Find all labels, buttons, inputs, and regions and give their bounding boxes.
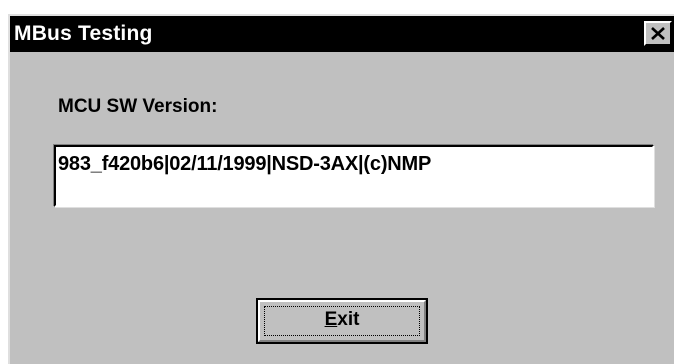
window-title: MBus Testing: [14, 22, 153, 45]
close-icon: [651, 27, 665, 40]
exit-label-rest: xit: [337, 309, 360, 330]
exit-mnemonic: E: [324, 309, 338, 330]
mcu-sw-version-field[interactable]: 983_f420b6|02/11/1999|NSD-3AX|(c)NMP: [54, 145, 654, 207]
mcu-sw-version-label: MCU SW Version:: [58, 96, 218, 117]
exit-button[interactable]: Exit: [256, 298, 428, 344]
title-bar[interactable]: MBus Testing: [10, 16, 674, 52]
mbus-testing-dialog: MBus Testing MCU SW Version: 983_f420b6|…: [8, 14, 674, 364]
close-button[interactable]: [644, 21, 672, 46]
exit-button-label: Exit: [258, 309, 426, 331]
mcu-sw-version-value: 983_f420b6|02/11/1999|NSD-3AX|(c)NMP: [58, 153, 432, 175]
